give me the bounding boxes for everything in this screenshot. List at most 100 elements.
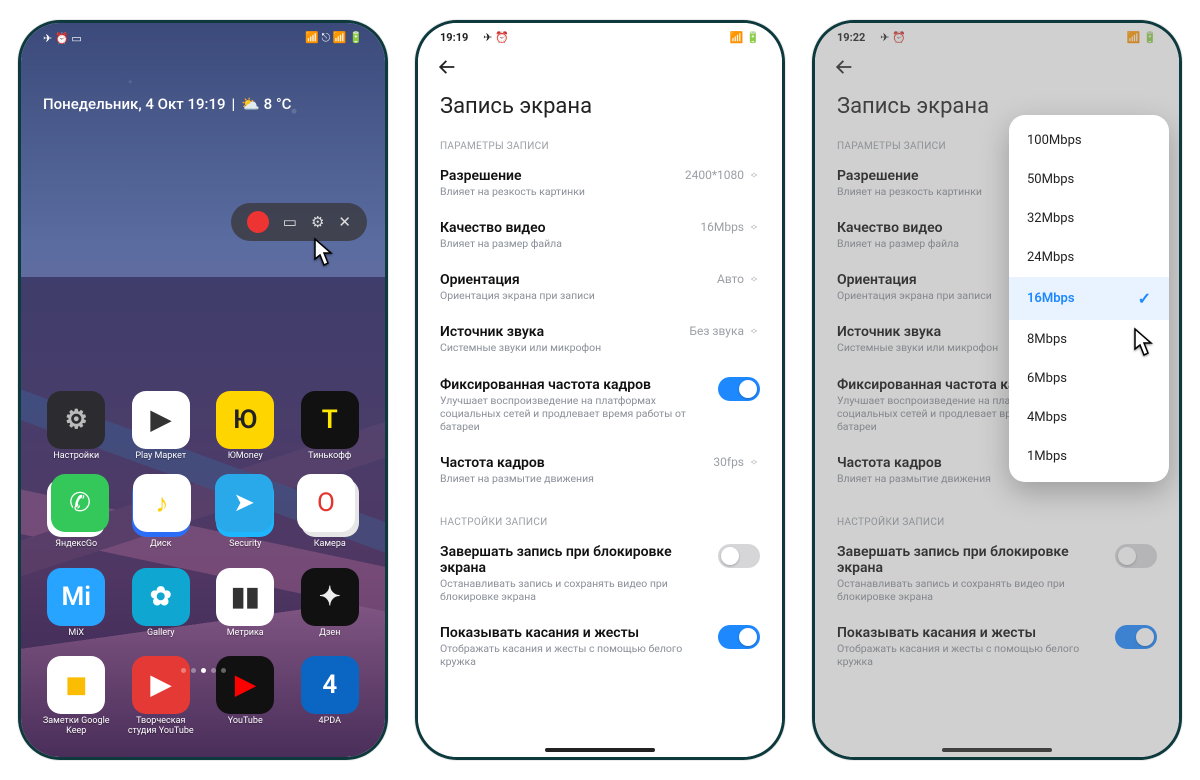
- app-label: 4PDA: [319, 717, 341, 726]
- screen-recorder-pill[interactable]: ▭ ⚙ ✕: [231, 203, 367, 241]
- dock-app[interactable]: ➤: [215, 474, 273, 532]
- folder-icon[interactable]: ▭: [283, 213, 297, 231]
- setting-row[interactable]: Источник звукаСистемные звуки или микроф…: [418, 314, 782, 366]
- close-icon[interactable]: ✕: [338, 213, 351, 231]
- option-label: 32Mbps: [1027, 211, 1074, 226]
- setting-subtitle: Останавливать запись и сохранять видео п…: [440, 577, 708, 603]
- app-label: Gallery: [147, 629, 175, 638]
- setting-row[interactable]: Завершать запись при блокировке экранаОс…: [815, 534, 1179, 615]
- app-icon: Mi: [47, 568, 105, 626]
- app-label: ЯндексGo: [55, 540, 97, 549]
- status-right-icons: 📶 🔋: [1127, 31, 1157, 44]
- status-bar: ✈ ⏰ ▭ 📶 ⎋ 📶 🔋: [21, 23, 385, 47]
- dock-app[interactable]: ♪: [133, 474, 191, 532]
- setting-subtitle: Системные звуки или микрофон: [440, 341, 679, 354]
- check-icon: ✓: [1138, 289, 1151, 308]
- quality-option[interactable]: 50Mbps: [1009, 160, 1169, 199]
- quality-option[interactable]: 24Mbps: [1009, 238, 1169, 277]
- quality-option[interactable]: 32Mbps: [1009, 199, 1169, 238]
- setting-row[interactable]: Показывать касания и жестыОтображать кас…: [418, 615, 782, 680]
- status-time: 19:19: [440, 31, 468, 44]
- setting-title: Показывать касания и жесты: [440, 625, 708, 641]
- app-label: YouTube: [228, 717, 263, 726]
- status-left: ✈ ⏰ ▭: [43, 32, 82, 45]
- setting-row[interactable]: РазрешениеВлияет на резкость картинки 240…: [418, 158, 782, 210]
- app-icon: ▶: [132, 656, 190, 714]
- quality-popup: 100Mbps50Mbps32Mbps24Mbps16Mbps✓8Mbps6Mb…: [1009, 115, 1169, 482]
- app-дзен[interactable]: ✦ Дзен: [293, 568, 368, 638]
- gear-icon[interactable]: ⚙: [311, 213, 324, 231]
- status-time: 19:22: [837, 31, 865, 44]
- option-label: 6Mbps: [1027, 371, 1067, 386]
- setting-title: Фиксированная частота кадров: [440, 377, 708, 393]
- date-widget[interactable]: Понедельник, 4 Окт 19:19 | ⛅ 8 °C: [21, 47, 385, 123]
- dock-app[interactable]: O: [297, 474, 355, 532]
- option-label: 4Mbps: [1027, 410, 1067, 425]
- setting-row[interactable]: ОриентацияОриентация экрана при записиАв…: [418, 262, 782, 314]
- setting-title: Показывать касания и жесты: [837, 625, 1105, 641]
- setting-value: 16Mbps: [700, 220, 760, 234]
- app-play-маркет[interactable]: ▶ Play Маркет: [124, 391, 199, 461]
- setting-subtitle: Ориентация экрана при записи: [440, 289, 707, 302]
- app-юmoney[interactable]: ЮЮMoney: [208, 391, 283, 461]
- status-bar: 19:22 ✈ ⏰ 📶 🔋: [815, 23, 1179, 46]
- quality-option[interactable]: 6Mbps: [1009, 359, 1169, 398]
- setting-value: 30fps: [713, 455, 760, 469]
- toggle[interactable]: [1115, 544, 1157, 568]
- toggle[interactable]: [718, 377, 760, 401]
- home-indicator[interactable]: [942, 748, 1052, 752]
- home-indicator[interactable]: [545, 748, 655, 752]
- status-left-icons: ✈ ⏰: [880, 31, 906, 44]
- setting-row[interactable]: Показывать касания и жестыОтображать кас…: [815, 615, 1179, 680]
- record-button[interactable]: [247, 211, 269, 233]
- dock-app[interactable]: ✆: [51, 474, 109, 532]
- setting-subtitle: Влияет на размер файла: [440, 237, 690, 250]
- setting-row[interactable]: Завершать запись при блокировке экранаОс…: [418, 534, 782, 615]
- app-label: Play Маркет: [135, 452, 186, 461]
- setting-subtitle: Отображать касания и жесты с помощью бел…: [440, 642, 708, 668]
- toggle[interactable]: [718, 544, 760, 568]
- app-gallery[interactable]: ✿ Gallery: [124, 568, 199, 638]
- app-grid: ⚙Настройки▶Play МаркетЮЮMoneyТТинькоффЯЯ…: [21, 373, 385, 736]
- setting-title: Разрешение: [440, 168, 675, 184]
- app-mix[interactable]: Mi MiX: [39, 568, 114, 638]
- quality-option[interactable]: 16Mbps✓: [1009, 277, 1169, 320]
- app-label: Security: [229, 540, 261, 549]
- toggle[interactable]: [718, 625, 760, 649]
- back-button[interactable]: [833, 63, 855, 82]
- setting-title: Качество видео: [440, 220, 690, 236]
- setting-subtitle: Влияет на размытие движения: [440, 472, 703, 485]
- setting-subtitle: Улучшает воспроизведение на платформах с…: [440, 394, 708, 433]
- setting-subtitle: Останавливать запись и сохранять видео п…: [837, 577, 1105, 603]
- phone-settings-popup: 19:22 ✈ ⏰ 📶 🔋 Запись экрана ПАРАМЕТРЫ ЗА…: [812, 20, 1182, 760]
- app-label: Диск: [150, 540, 172, 549]
- setting-row[interactable]: Качество видеоВлияет на размер файла 16Mb…: [418, 210, 782, 262]
- setting-subtitle: Отображать касания и жесты с помощью бел…: [837, 642, 1105, 668]
- app-label: MiX: [68, 629, 84, 638]
- option-label: 1Mbps: [1027, 449, 1067, 464]
- app-настройки[interactable]: ⚙Настройки: [39, 391, 114, 461]
- toggle[interactable]: [1115, 625, 1157, 649]
- quality-option[interactable]: 1Mbps: [1009, 437, 1169, 476]
- quality-option[interactable]: 100Mbps: [1009, 121, 1169, 160]
- setting-row[interactable]: Частота кадровВлияет на размытие движени…: [418, 445, 782, 497]
- app-метрика[interactable]: ▮▮Метрика: [208, 568, 283, 638]
- back-button[interactable]: [436, 63, 458, 82]
- app-тинькофф[interactable]: ТТинькофф: [293, 391, 368, 461]
- quality-option[interactable]: 4Mbps: [1009, 398, 1169, 437]
- setting-subtitle: Влияет на резкость картинки: [440, 185, 675, 198]
- setting-title: Источник звука: [440, 324, 679, 340]
- app-icon: ▶: [132, 391, 190, 449]
- app-icon: Т: [301, 391, 359, 449]
- app-icon: ✿: [132, 568, 190, 626]
- option-label: 24Mbps: [1027, 250, 1074, 265]
- dock: ✆ ♪ ➤ O: [21, 474, 385, 532]
- setting-title: Частота кадров: [440, 455, 703, 471]
- setting-row[interactable]: Фиксированная частота кадровУлучшает вос…: [418, 367, 782, 445]
- setting-value: 2400*1080: [685, 168, 760, 182]
- page-dots[interactable]: [21, 668, 385, 673]
- status-left-icons: ✈ ⏰: [483, 31, 509, 44]
- setting-title: Завершать запись при блокировке экрана: [837, 544, 1105, 576]
- app-icon: ✦: [301, 568, 359, 626]
- app-label: Дзен: [319, 629, 340, 638]
